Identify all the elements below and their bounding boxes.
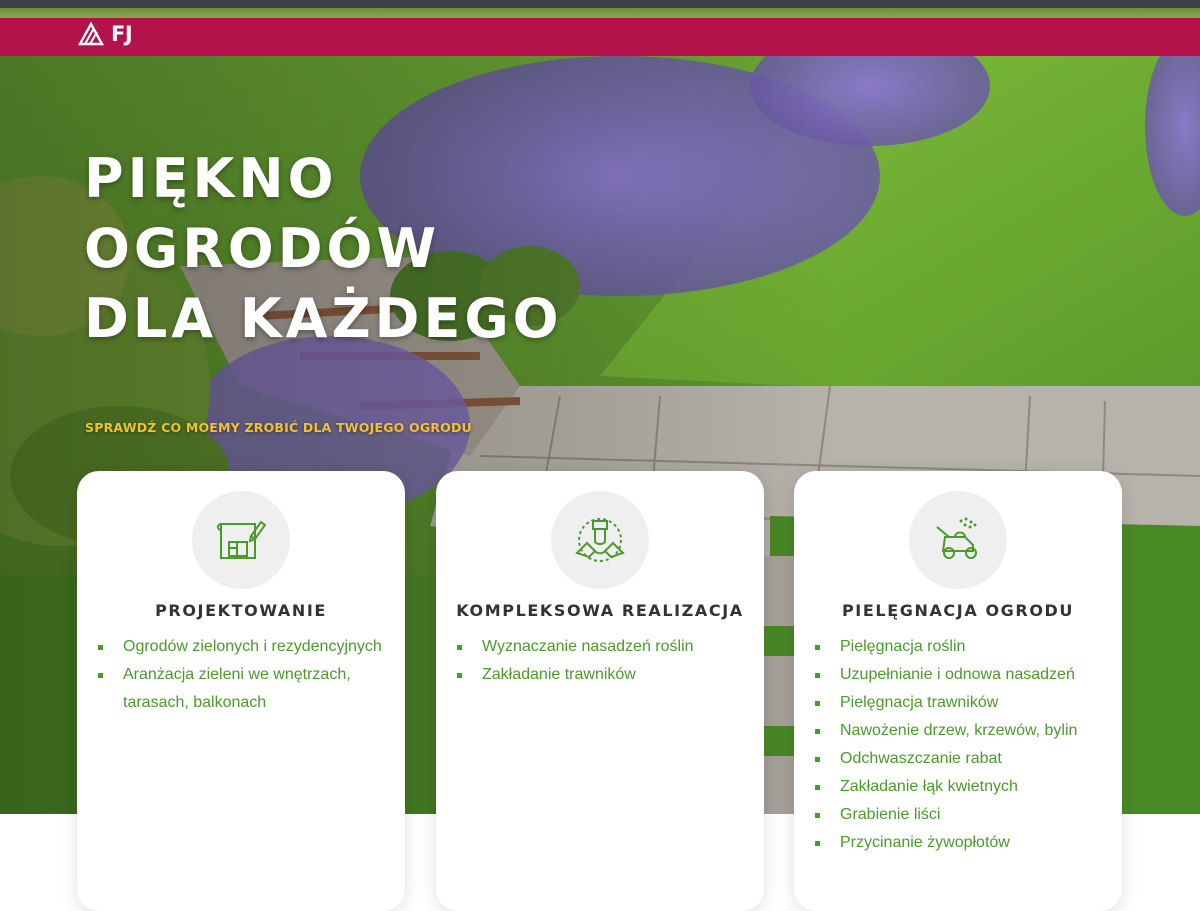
list-item: Ogrodów zielonych i rezydencyjnych [97, 633, 387, 661]
service-card-projektowanie: PROJEKTOWANIE Ogrodów zielonych i rezyde… [77, 471, 405, 911]
list-item: Zakładanie łąk kwietnych [814, 773, 1114, 801]
card-list: Ogrodów zielonych i rezydencyjnych Aranż… [97, 633, 387, 717]
icon-circle [192, 491, 290, 589]
card-title: PROJEKTOWANIE [155, 601, 327, 620]
hero-title-line: DLA KAŻDEGO [84, 287, 563, 350]
hero-title-line: PIĘKNO [84, 147, 338, 210]
icon-circle [909, 491, 1007, 589]
lawn-mower-icon [936, 517, 977, 559]
service-card-realizacja: KOMPLEKSOWA REALIZACJA Wyznaczanie nasad… [436, 471, 764, 911]
card-title: KOMPLEKSOWA REALIZACJA [456, 601, 744, 620]
list-item: Pielęgnacja trawników [814, 689, 1114, 717]
hero-title-line: OGRODÓW [84, 217, 441, 280]
card-title: PIELĘGNACJA OGRODU [841, 601, 1075, 620]
list-item: Nawożenie drzew, krzewów, bylin [814, 717, 1114, 745]
list-item: Wyznaczanie nasadzeń roślin [456, 633, 746, 661]
list-item: Grabienie liści [814, 801, 1114, 829]
hands-plant-icon [575, 518, 625, 562]
list-item: Przycinanie żywopłotów [814, 829, 1114, 857]
list-item: Uzupełnianie i odnowa nasadzeń [814, 661, 1114, 689]
card-list: Wyznaczanie nasadzeń roślin Zakładanie t… [456, 633, 746, 689]
card-list: Pielęgnacja roślin Uzupełnianie i odnowa… [814, 633, 1114, 857]
list-item: Odchwaszczanie rabat [814, 745, 1114, 773]
logo-text: FJ [111, 22, 133, 46]
service-card-pielegnacja: PIELĘGNACJA OGRODU Pielęgnacja roślin Uz… [794, 471, 1122, 911]
list-item: Pielęgnacja roślin [814, 633, 1114, 661]
hero-subtitle-link[interactable]: SPRAWDŹ CO MOEMY ZROBIĆ DLA TWOJEGO OGRO… [85, 420, 472, 435]
blueprint-pencil-icon [217, 520, 267, 559]
top-bar: FJ [0, 18, 1200, 56]
list-item: Aranżacja zieleni we wnętrzach, tarasach… [97, 661, 387, 717]
logo[interactable]: FJ [78, 22, 133, 46]
hero-title: PIĘKNO OGRODÓW DLA KAŻDEGO [84, 144, 563, 354]
browser-top-strip [0, 0, 1200, 18]
icon-circle [551, 491, 649, 589]
list-item: Zakładanie trawników [456, 661, 746, 689]
logo-mark-icon [78, 22, 105, 46]
